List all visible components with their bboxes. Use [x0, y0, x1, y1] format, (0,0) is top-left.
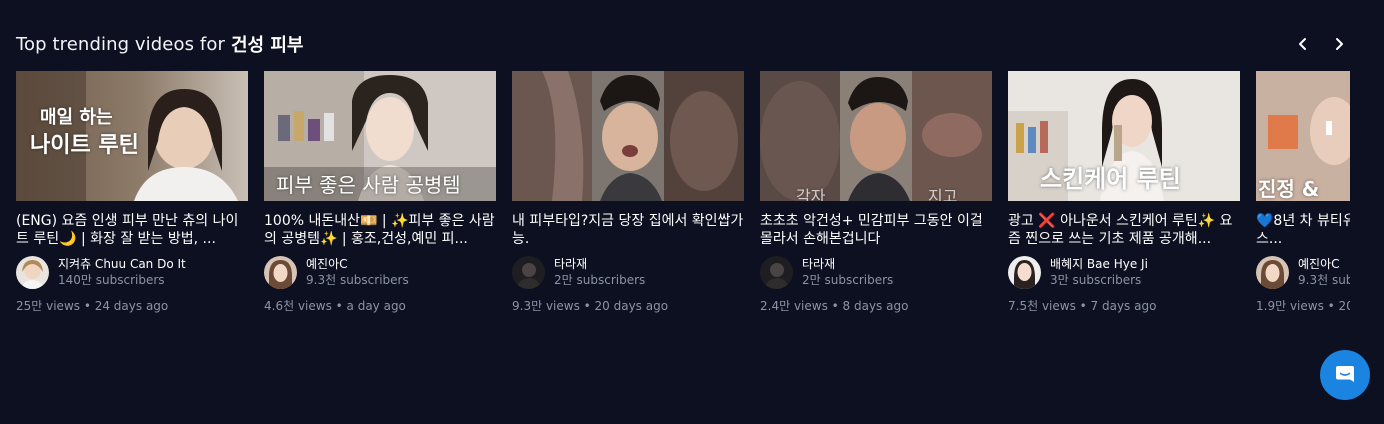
- section-title: Top trending videos for: [16, 33, 225, 55]
- channel-row[interactable]: 타라재 2만 subscribers: [512, 255, 645, 289]
- channel-name[interactable]: 타라재: [554, 256, 645, 272]
- channel-row[interactable]: 타라재 2만 subscribers: [760, 255, 893, 289]
- channel-subscribers: 9.3천 subscribers: [306, 273, 409, 287]
- thumbnail-caption: 스킨케어 루틴: [1040, 165, 1181, 193]
- video-stats: 25만 views • 24 days ago: [16, 299, 169, 313]
- thumbnail-caption: 진정 &: [1258, 177, 1320, 201]
- channel-name[interactable]: 예진아C: [1298, 256, 1350, 272]
- chevron-left-icon: [1299, 38, 1306, 50]
- video-card[interactable]: 피부 좋은 사람 공병템 100% 내돈내산💴 | ✨피부 좋은 사람의 공병템…: [264, 71, 496, 321]
- channel-subscribers: 3만 subscribers: [1050, 273, 1142, 287]
- video-track: 매일 하는 나이트 루틴 (ENG) 요즘 인생 피부 만난 츄의 나이트 루틴…: [16, 71, 1350, 331]
- video-card[interactable]: 스킨케어 루틴 광고 ❌ 아나운서 스킨케어 루틴✨ 요즘 찐으로 쓰는 기초 …: [1008, 71, 1240, 321]
- video-thumbnail[interactable]: 진정 &: [1256, 71, 1350, 201]
- thumbnail-caption: 매일 하는: [40, 107, 113, 128]
- channel-subscribers: 140만 subscribers: [58, 273, 165, 287]
- video-title[interactable]: 광고 ❌ 아나운서 스킨케어 루틴✨ 요즘 찐으로 쓰는 기초 제품 공개해..…: [1008, 212, 1240, 248]
- video-title[interactable]: 100% 내돈내산💴 | ✨피부 좋은 사람의 공병템✨ | 홍조,건성,예민 …: [264, 212, 496, 248]
- channel-avatar[interactable]: [16, 255, 49, 289]
- video-stats: 1.9만 views • 20 days ago: [1256, 299, 1350, 313]
- video-stats: 2.4만 views • 8 days ago: [760, 299, 909, 313]
- channel-avatar[interactable]: [1256, 255, 1289, 289]
- channel-name[interactable]: 타라재: [802, 256, 893, 272]
- video-title[interactable]: 내 피부타입?지금 당장 집에서 확인쌉가능.: [512, 212, 744, 248]
- video-thumbnail[interactable]: 피부 좋은 사람 공병템: [264, 71, 496, 201]
- channel-row[interactable]: 지켜츄 Chuu Can Do It 140만 subscribers: [16, 255, 186, 289]
- section-topic: 건성 피부: [230, 35, 304, 56]
- video-card[interactable]: 매일 하는 나이트 루틴 (ENG) 요즘 인생 피부 만난 츄의 나이트 루틴…: [16, 71, 248, 321]
- thumbnail-caption: 지고: [928, 187, 958, 201]
- video-carousel: 매일 하는 나이트 루틴 (ENG) 요즘 인생 피부 만난 츄의 나이트 루틴…: [16, 71, 1350, 331]
- channel-name[interactable]: 예진아C: [306, 256, 409, 272]
- chevron-right-icon: [1336, 38, 1343, 50]
- thumbnail-caption: 피부 좋은 사람 공병템: [276, 173, 461, 197]
- section-header: Top trending videos for 건성 피부: [16, 31, 303, 57]
- chat-button[interactable]: [1320, 350, 1370, 400]
- channel-subscribers: 2만 subscribers: [802, 273, 894, 287]
- channel-avatar[interactable]: [760, 255, 793, 289]
- chat-bubble-icon: [1336, 366, 1354, 382]
- channel-avatar[interactable]: [512, 255, 545, 289]
- video-card[interactable]: 각자 지고 초초초 악건성+ 민감피부 그동안 이걸 몰라서 손해본겁니다 타라…: [760, 71, 992, 321]
- prev-button[interactable]: [1292, 31, 1314, 57]
- video-card[interactable]: 내 피부타입?지금 당장 집에서 확인쌉가능. 타라재 2만 subscribe…: [512, 71, 744, 321]
- video-title[interactable]: (ENG) 요즘 인생 피부 만난 츄의 나이트 루틴🌙 | 화장 잘 받는 방…: [16, 212, 248, 248]
- video-stats: 7.5천 views • 7 days ago: [1008, 299, 1157, 313]
- video-thumbnail[interactable]: [512, 71, 744, 201]
- channel-subscribers: 9.3천 subscribers: [1298, 273, 1350, 287]
- thumbnail-caption: 각자: [796, 187, 826, 201]
- thumbnail-caption: 나이트 루틴: [30, 133, 139, 158]
- carousel-nav: [1292, 31, 1350, 57]
- trending-videos-section: Top trending videos for 건성 피부 매일 하는 나이트 …: [0, 0, 1384, 424]
- channel-avatar[interactable]: [1008, 255, 1041, 289]
- thumbnail-image: [512, 71, 744, 201]
- channel-avatar[interactable]: [264, 255, 297, 289]
- video-stats: 9.3만 views • 20 days ago: [512, 299, 669, 313]
- channel-subscribers: 2만 subscribers: [554, 273, 646, 287]
- video-card[interactable]: 진정 & 💙8년 차 뷰티유튜버 절기, 화잘먹 스... 예진아C 9.3천 …: [1256, 71, 1350, 321]
- video-title[interactable]: 초초초 악건성+ 민감피부 그동안 이걸 몰라서 손해본겁니다: [760, 212, 992, 248]
- video-thumbnail[interactable]: 매일 하는 나이트 루틴: [16, 71, 248, 201]
- channel-name[interactable]: 지켜츄 Chuu Can Do It: [58, 256, 186, 272]
- video-thumbnail[interactable]: 각자 지고: [760, 71, 992, 201]
- video-thumbnail[interactable]: 스킨케어 루틴: [1008, 71, 1240, 201]
- channel-row[interactable]: 배혜지 Bae Hye Ji 3만 subscribers: [1008, 255, 1148, 289]
- video-title[interactable]: 💙8년 차 뷰티유튜버 절기, 화잘먹 스...: [1256, 212, 1350, 248]
- next-button[interactable]: [1328, 31, 1350, 57]
- thumbnail-image: [760, 71, 992, 201]
- channel-row[interactable]: 예진아C 9.3천 subscribers: [264, 255, 409, 289]
- channel-row[interactable]: 예진아C 9.3천 subscribers: [1256, 255, 1350, 289]
- channel-name[interactable]: 배혜지 Bae Hye Ji: [1050, 256, 1148, 272]
- video-stats: 4.6천 views • a day ago: [264, 299, 406, 313]
